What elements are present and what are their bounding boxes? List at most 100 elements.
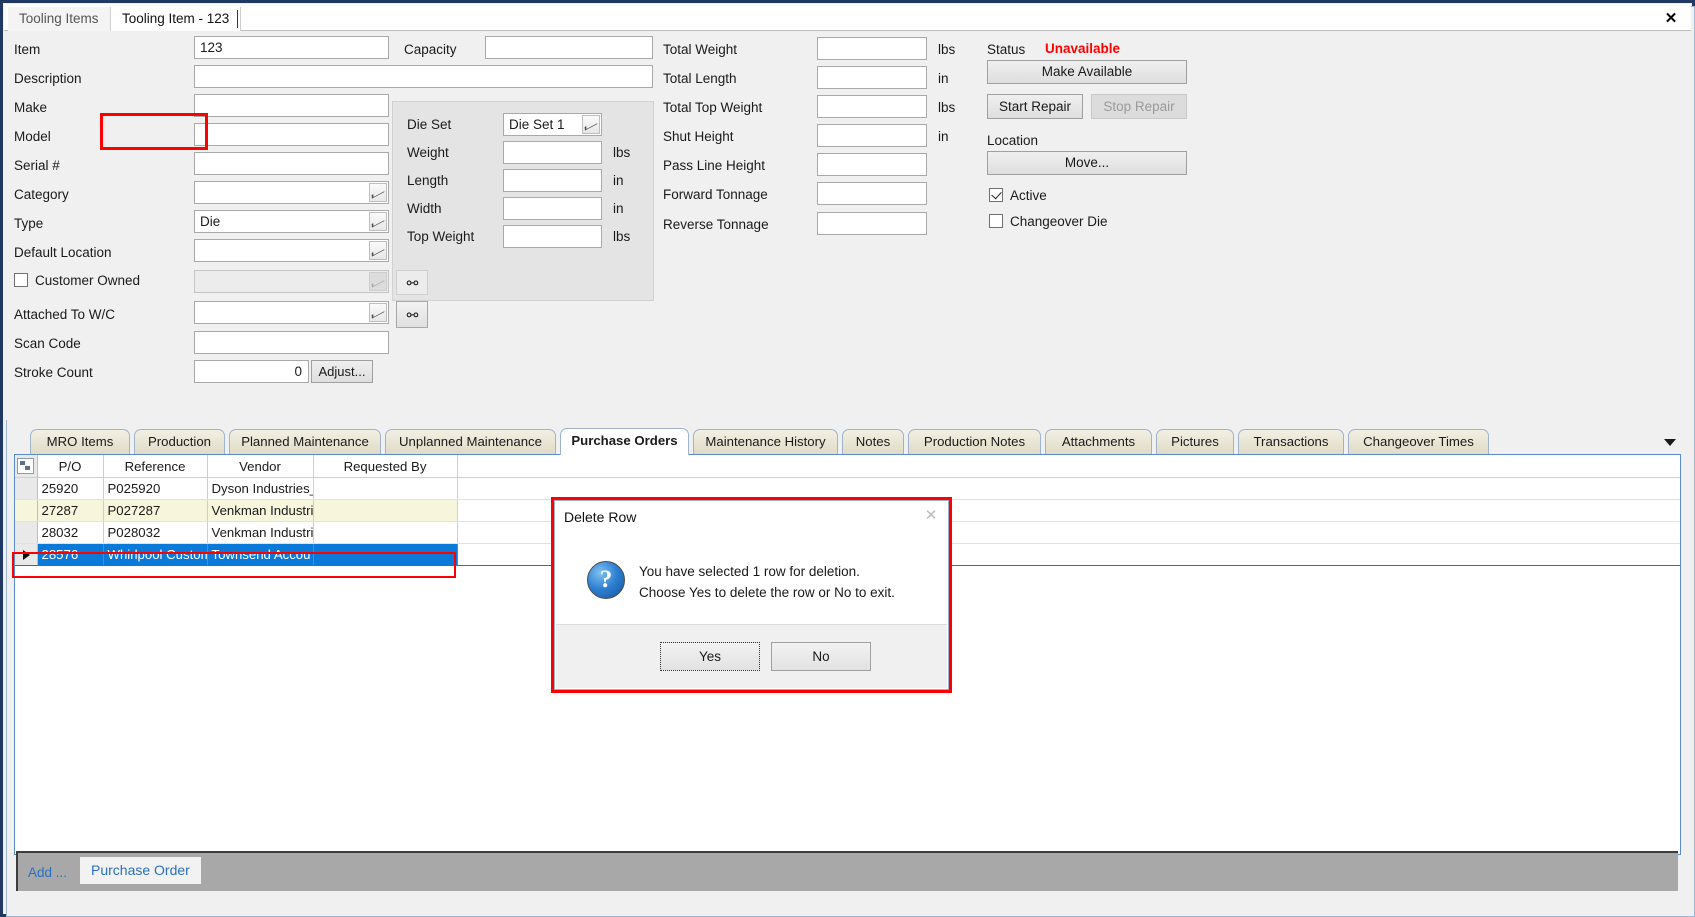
label-forward-tonnage: Forward Tonnage <box>663 187 768 202</box>
dialog-title: Delete Row <box>564 509 637 525</box>
column-header-requested-by[interactable]: Requested By <box>313 455 458 478</box>
chevron-down-icon[interactable] <box>1661 435 1679 449</box>
weight-input[interactable] <box>503 141 602 164</box>
tab-label: MRO Items <box>46 434 114 449</box>
tab-unplanned-maintenance[interactable]: Unplanned Maintenance <box>385 429 556 454</box>
dialog-message-line1: You have selected 1 row for deletion. <box>639 564 860 579</box>
width-input[interactable] <box>503 197 602 220</box>
scan-code-input[interactable] <box>194 331 389 354</box>
label-width: Width <box>407 201 442 216</box>
length-input[interactable] <box>503 169 602 192</box>
cell-requested-by[interactable] <box>313 477 458 500</box>
cell-po[interactable]: 28032 <box>37 521 104 544</box>
cell-po[interactable]: 27287 <box>37 499 104 522</box>
cell-vendor[interactable]: Dyson Industries_ <box>207 477 314 500</box>
type-combo[interactable]: Die <box>194 210 389 233</box>
category-combo[interactable] <box>194 181 389 204</box>
attached-to-wc-search-button[interactable]: ⚯ <box>396 301 428 328</box>
chevron-down-icon[interactable] <box>369 303 387 322</box>
unit-total-length: in <box>938 71 949 86</box>
column-header-vendor[interactable]: Vendor <box>207 455 314 478</box>
grid-select-all-corner[interactable] <box>15 455 38 478</box>
total-length-input[interactable] <box>817 66 927 89</box>
chevron-down-icon[interactable] <box>369 241 387 260</box>
tab-maintenance-history[interactable]: Maintenance History <box>693 429 838 454</box>
chevron-down-icon[interactable] <box>582 115 600 134</box>
dialog-no-button[interactable]: No <box>771 642 871 671</box>
description-input[interactable] <box>194 65 653 88</box>
forward-tonnage-input[interactable] <box>817 182 927 205</box>
dialog-yes-button[interactable]: Yes <box>660 642 760 671</box>
label-item: Item <box>14 42 41 57</box>
cell-reference[interactable]: P027287 <box>103 499 208 522</box>
cell-po[interactable]: 25920 <box>37 477 104 500</box>
reverse-tonnage-input[interactable] <box>817 212 927 235</box>
document-tab-tooling-items[interactable]: Tooling Items <box>8 7 111 31</box>
move-button[interactable]: Move... <box>987 151 1187 175</box>
cell-vendor[interactable]: Townsend Accou <box>207 543 314 566</box>
tab-transactions[interactable]: Transactions <box>1238 429 1344 454</box>
make-available-button[interactable]: Make Available <box>987 60 1187 84</box>
changeover-die-checkbox[interactable]: Changeover Die <box>989 214 1108 230</box>
stroke-count-input[interactable] <box>194 360 309 383</box>
adjust-button[interactable]: Adjust... <box>311 360 373 383</box>
start-repair-button[interactable]: Start Repair <box>987 94 1083 119</box>
tab-mro-items[interactable]: MRO Items <box>30 429 130 454</box>
pass-line-height-input[interactable] <box>817 153 927 176</box>
row-selector[interactable] <box>15 477 38 500</box>
tab-notes[interactable]: Notes <box>842 429 904 454</box>
chevron-down-icon[interactable] <box>369 183 387 202</box>
default-location-combo[interactable] <box>194 239 389 262</box>
model-input[interactable] <box>194 123 389 146</box>
top-weight-input[interactable] <box>503 225 602 248</box>
cell-requested-by[interactable] <box>313 543 458 566</box>
cell-vendor[interactable]: Venkman Industri <box>207 499 314 522</box>
cell-po[interactable]: 28576 <box>37 543 104 566</box>
add-purchase-order-button[interactable]: Purchase Order <box>80 857 201 884</box>
customer-owned-checkbox[interactable]: Customer Owned <box>14 273 140 289</box>
label-total-length: Total Length <box>663 71 737 86</box>
unit-weight: lbs <box>613 145 631 160</box>
tab-production[interactable]: Production <box>134 429 225 454</box>
shut-height-input[interactable] <box>817 124 927 147</box>
column-header-filler <box>457 455 1680 478</box>
make-input[interactable] <box>194 94 389 117</box>
close-icon[interactable]: ✕ <box>1661 9 1681 29</box>
tab-pictures[interactable]: Pictures <box>1156 429 1234 454</box>
cell-reference[interactable]: P025920 <box>103 477 208 500</box>
tab-changeover-times[interactable]: Changeover Times <box>1348 429 1489 454</box>
label-location: Location <box>987 133 1039 148</box>
cell-reference[interactable]: P028032 <box>103 521 208 544</box>
label-total-weight: Total Weight <box>663 42 738 57</box>
tooling-item-form: Item Description Make Model Serial # Cat… <box>4 31 1691 420</box>
tab-production-notes[interactable]: Production Notes <box>908 429 1041 454</box>
item-input[interactable] <box>194 36 389 59</box>
attached-to-wc-combo[interactable] <box>194 301 389 324</box>
chevron-down-icon[interactable] <box>369 212 387 231</box>
label-category: Category <box>14 187 69 202</box>
serial-number-input[interactable] <box>194 152 389 175</box>
tab-purchase-orders[interactable]: Purchase Orders <box>560 428 689 455</box>
cell-reference[interactable]: Whirlpool Custom <box>103 543 208 566</box>
tab-label: Attachments <box>1061 434 1136 449</box>
row-selector[interactable] <box>15 521 38 544</box>
die-set-combo[interactable]: Die Set 1 <box>503 113 602 136</box>
label-make: Make <box>14 100 48 115</box>
chevron-down-icon <box>369 272 387 291</box>
tab-attachments[interactable]: Attachments <box>1045 429 1152 454</box>
total-weight-input[interactable] <box>817 37 927 60</box>
close-icon[interactable]: ✕ <box>922 507 940 525</box>
capacity-input[interactable] <box>485 36 653 59</box>
row-selector-current[interactable] <box>15 543 38 566</box>
column-header-po[interactable]: P/O <box>37 455 104 478</box>
document-tab-tooling-item-123[interactable]: Tooling Item - 123 <box>110 7 242 31</box>
total-top-weight-input[interactable] <box>817 95 927 118</box>
cell-requested-by[interactable] <box>313 499 458 522</box>
cell-requested-by[interactable] <box>313 521 458 544</box>
column-header-reference[interactable]: Reference <box>103 455 208 478</box>
cell-vendor[interactable]: Venkman Industri <box>207 521 314 544</box>
customer-owned-search-button[interactable]: ⚯ <box>396 270 428 295</box>
row-selector[interactable] <box>15 499 38 522</box>
tab-planned-maintenance[interactable]: Planned Maintenance <box>229 429 381 454</box>
active-checkbox[interactable]: Active <box>989 188 1047 204</box>
